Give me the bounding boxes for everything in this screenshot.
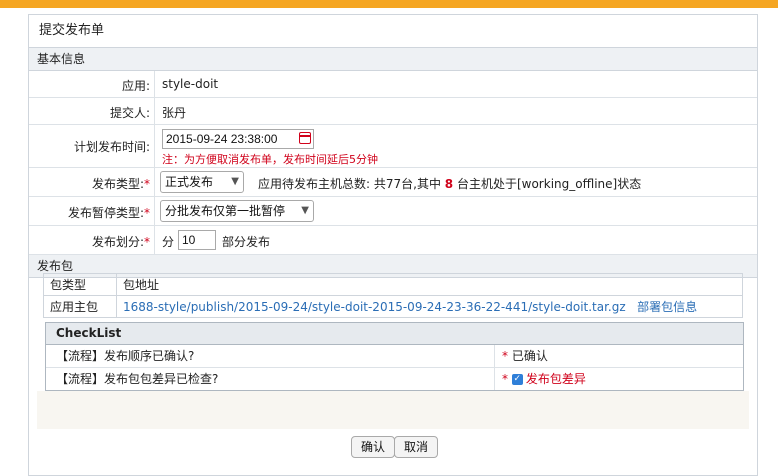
row-release-type: 发布类型:* 正式发布 ▼ 应用待发布主机总数: 共77台,其中 8 台主机处于[… xyxy=(29,168,757,197)
plan-time-input[interactable]: 2015-09-24 23:38:00 xyxy=(162,129,314,149)
submit-release-form: 提交发布单 基本信息 应用: style-doit 提交人: 张丹 计划发布时间… xyxy=(28,14,758,476)
package-info-link[interactable]: 部署包信息 xyxy=(637,300,697,314)
checklist-title: CheckList xyxy=(46,323,743,345)
package-table: 包类型 包地址 应用主包 1688-style/publish/2015-09-… xyxy=(43,273,743,318)
partition-suffix: 部分发布 xyxy=(222,235,271,249)
cancel-button[interactable]: 取消 xyxy=(394,436,439,458)
top-accent-bar xyxy=(0,0,778,8)
page-title: 提交发布单 xyxy=(29,15,757,48)
row-pause-type: 发布暂停类型:* 分批发布仅第一批暂停 ▼ xyxy=(29,197,757,226)
plan-time-label: 计划发布时间: xyxy=(73,140,150,154)
basic-info-heading: 基本信息 xyxy=(29,48,757,71)
confirm-button[interactable]: 确认 xyxy=(351,436,396,458)
row-submitter: 提交人: 张丹 xyxy=(29,98,757,125)
checklist-question: 【流程】发布顺序已确认? xyxy=(56,349,195,363)
form-footer-area xyxy=(37,391,749,429)
submitter-value: 张丹 xyxy=(162,106,187,120)
row-partition: 发布划分:* 分 10 部分发布 xyxy=(29,226,757,255)
partition-input[interactable]: 10 xyxy=(178,230,216,250)
checkbox-icon[interactable]: ✓ xyxy=(511,374,523,385)
calendar-icon[interactable] xyxy=(299,132,311,144)
plan-time-hint: 注：为方便取消发布单，发布时间延后5分钟 xyxy=(162,153,378,166)
pause-type-select[interactable]: 分批发布仅第一批暂停 ▼ xyxy=(160,200,314,222)
partition-prefix: 分 xyxy=(162,235,175,249)
checklist-answer: * 已确认 xyxy=(502,349,548,363)
checklist-item: 【流程】发布顺序已确认? * 已确认 xyxy=(46,345,743,368)
column-header: 包地址 xyxy=(116,273,743,296)
table-row: 应用主包 1688-style/publish/2015-09-24/style… xyxy=(43,295,743,318)
offline-count: 8 xyxy=(444,177,454,191)
row-app: 应用: style-doit xyxy=(29,71,757,98)
column-header: 包类型 xyxy=(43,273,117,296)
release-type-select[interactable]: 正式发布 ▼ xyxy=(160,171,244,193)
table-header-row: 包类型 包地址 xyxy=(43,273,743,296)
checklist-answer: * ✓ 发布包差异 xyxy=(502,372,586,386)
chevron-down-icon: ▼ xyxy=(301,205,309,216)
checklist-question: 【流程】发布包包差异已检查? xyxy=(56,372,219,386)
row-plan-time: 计划发布时间: 2015-09-24 23:38:00 注：为方便取消发布单，发… xyxy=(29,125,757,168)
host-info: 应用待发布主机总数: 共77台,其中 8 台主机处于[working_offli… xyxy=(258,177,642,191)
package-url-link[interactable]: 1688-style/publish/2015-09-24/style-doit… xyxy=(123,300,626,314)
pause-type-label: 发布暂停类型:* xyxy=(67,206,150,220)
checklist-item: 【流程】发布包包差异已检查? * ✓ 发布包差异 xyxy=(46,368,743,390)
release-type-label: 发布类型:* xyxy=(91,177,150,191)
package-url-cell: 1688-style/publish/2015-09-24/style-doit… xyxy=(116,295,743,318)
chevron-down-icon: ▼ xyxy=(231,176,239,187)
package-type: 应用主包 xyxy=(43,295,117,318)
app-value: style-doit xyxy=(162,77,219,91)
partition-label: 发布划分:* xyxy=(91,235,150,249)
submitter-label: 提交人: xyxy=(109,106,150,120)
app-label: 应用: xyxy=(121,79,150,93)
checklist: CheckList 【流程】发布顺序已确认? * 已确认 【流程】发布包包差异已… xyxy=(45,322,744,391)
